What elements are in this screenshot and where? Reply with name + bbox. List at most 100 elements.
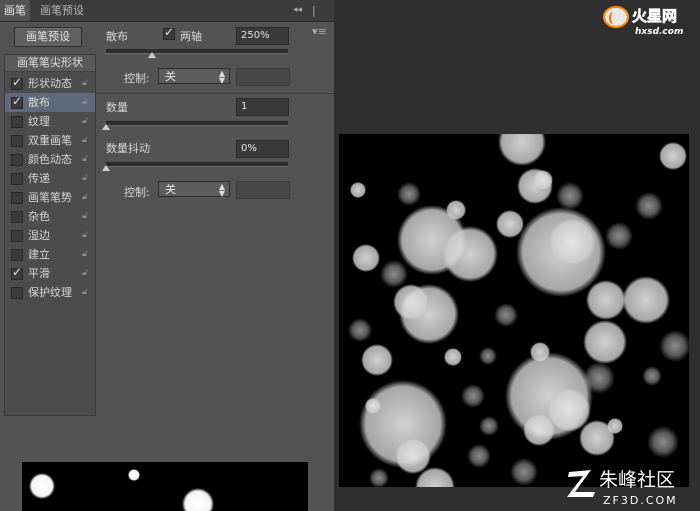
- brush-option-label: 平滑: [28, 267, 50, 280]
- brush-option-checkbox[interactable]: [11, 230, 23, 242]
- count-jitter-slider-track[interactable]: [106, 162, 288, 167]
- brush-option-item[interactable]: 双重画笔 🔓︎: [5, 131, 95, 150]
- zf3d-logo-sub: ZF3D.COM: [603, 494, 678, 507]
- document-canvas[interactable]: [339, 134, 689, 487]
- both-axes-label: 两轴: [180, 30, 202, 43]
- zf3d-logo-svg: 朱峰社区 ZF3D.COM: [567, 469, 678, 507]
- lock-icon[interactable]: 🔓︎: [82, 286, 91, 298]
- brush-option-label: 湿边: [28, 229, 50, 242]
- lock-icon[interactable]: 🔓︎: [82, 229, 91, 241]
- brush-option-label: 形状动态: [28, 77, 72, 90]
- lock-icon[interactable]: 🔓︎: [82, 267, 91, 279]
- lock-icon[interactable]: 🔓︎: [82, 210, 91, 222]
- brush-preset-button[interactable]: 画笔预设: [14, 27, 82, 47]
- hxsd-logo-text: 火星网: [632, 7, 677, 25]
- both-axes-checkbox[interactable]: [163, 25, 175, 40]
- brush-preview-svg: [29, 469, 214, 511]
- scatter-control-extra-field: [236, 68, 290, 86]
- brush-option-item[interactable]: 保护纹理 🔓︎: [5, 283, 95, 302]
- brush-option-item[interactable]: 杂色 🔓︎: [5, 207, 95, 226]
- brush-option-checkbox[interactable]: [11, 94, 23, 109]
- lock-icon[interactable]: 🔓︎: [82, 248, 91, 260]
- brush-panel: 画笔 画笔预设 ◂◂ |▾≡ 画笔预设 画笔笔尖形状 形状动态 🔓︎ 散布 🔓︎ 纹理 🔓…: [0, 0, 334, 511]
- brush-option-label: 散布: [28, 96, 50, 109]
- collapse-icon[interactable]: ◂◂: [293, 0, 307, 21]
- brush-option-item[interactable]: 颜色动态 🔓︎: [5, 150, 95, 169]
- brush-option-label: 保护纹理: [28, 286, 72, 299]
- brush-option-item[interactable]: 湿边 🔓︎: [5, 226, 95, 245]
- jitter-control-select[interactable]: 关 ▲ ▼: [158, 181, 230, 198]
- brush-option-item[interactable]: 传递 🔓︎: [5, 169, 95, 188]
- brush-option-label: 纹理: [28, 115, 50, 128]
- hxsd-logo: ( 火星网 hxsd.com: [598, 2, 696, 38]
- lock-icon[interactable]: 🔓︎: [82, 153, 91, 165]
- brush-option-checkbox[interactable]: [11, 116, 23, 128]
- lock-icon[interactable]: 🔓︎: [82, 77, 91, 89]
- select-arrows-icon: ▲ ▼: [218, 69, 225, 85]
- lock-icon[interactable]: 🔓︎: [82, 115, 91, 127]
- brush-option-item[interactable]: 形状动态 🔓︎: [5, 74, 95, 93]
- brush-option-label: 双重画笔: [28, 134, 72, 147]
- brush-option-item[interactable]: 画笔笔势 🔓︎: [5, 188, 95, 207]
- tab-brush[interactable]: 画笔: [0, 0, 30, 21]
- scatter-control-label: 控制:: [124, 72, 150, 85]
- brush-options-list: 画笔笔尖形状 形状动态🔓︎散布🔓︎纹理🔓︎双重画笔🔓︎颜色动态🔓︎传递🔓︎画笔笔…: [4, 54, 96, 416]
- brush-stroke-preview: [22, 462, 308, 511]
- brush-option-item[interactable]: 纹理 🔓︎: [5, 112, 95, 131]
- brush-option-label: 传递: [28, 172, 50, 185]
- scatter-control-select[interactable]: 关 ▲ ▼: [158, 68, 230, 85]
- svg-text:(: (: [608, 11, 613, 25]
- scatter-slider-track[interactable]: [106, 49, 288, 54]
- count-slider-track[interactable]: [106, 121, 288, 126]
- zf3d-logo: 朱峰社区 ZF3D.COM: [563, 462, 697, 507]
- count-jitter-value-field[interactable]: 0%: [236, 140, 289, 158]
- brush-option-label: 颜色动态: [28, 153, 72, 166]
- hxsd-logo-sub: hxsd.com: [635, 27, 683, 37]
- brush-option-label: 建立: [28, 248, 50, 261]
- brush-option-checkbox[interactable]: [11, 75, 23, 90]
- panel-menu-icon[interactable]: |▾≡: [312, 0, 330, 42]
- brush-option-checkbox[interactable]: [11, 173, 23, 185]
- scatter-value-field[interactable]: 250%: [236, 27, 289, 45]
- zf3d-logo-text: 朱峰社区: [599, 469, 675, 491]
- select-arrows-icon: ▲ ▼: [218, 182, 225, 198]
- zf3d-mark-icon: [567, 470, 595, 497]
- brush-option-checkbox[interactable]: [11, 192, 23, 204]
- count-jitter-label: 数量抖动: [106, 142, 150, 155]
- brush-option-checkbox[interactable]: [11, 249, 23, 261]
- brush-option-checkbox[interactable]: [11, 154, 23, 166]
- brush-tip-shape-item[interactable]: 画笔笔尖形状: [5, 55, 95, 72]
- bokeh-circles: [348, 134, 689, 487]
- brush-option-label: 杂色: [28, 210, 50, 223]
- jitter-control-extra-field: [236, 181, 290, 199]
- brush-option-checkbox[interactable]: [11, 287, 23, 299]
- scatter-slider-thumb[interactable]: [147, 52, 156, 58]
- preview-dot: [182, 488, 214, 511]
- scatter-label: 散布: [106, 30, 128, 43]
- count-slider-thumb[interactable]: [102, 124, 110, 130]
- count-label: 数量: [106, 101, 128, 114]
- scatter-control-value: 关: [165, 70, 176, 83]
- brush-option-item[interactable]: 平滑 🔓︎: [5, 264, 95, 283]
- brush-option-checkbox[interactable]: [11, 265, 23, 280]
- lock-icon[interactable]: 🔓︎: [82, 191, 91, 203]
- bokeh-image: [348, 134, 689, 487]
- count-jitter-slider-thumb[interactable]: [102, 165, 110, 171]
- brush-option-checkbox[interactable]: [11, 211, 23, 223]
- lock-icon[interactable]: 🔓︎: [82, 172, 91, 184]
- preview-dot: [128, 469, 140, 481]
- brush-option-label: 画笔笔势: [28, 191, 72, 204]
- brush-option-item[interactable]: 散布 🔓︎: [5, 93, 95, 112]
- jitter-control-label: 控制:: [124, 186, 150, 199]
- lock-icon[interactable]: 🔓︎: [82, 134, 91, 146]
- jitter-control-value: 关: [165, 183, 176, 196]
- hxsd-logo-svg: ( 火星网 hxsd.com: [603, 6, 683, 37]
- tab-brush-preset[interactable]: 画笔预设: [32, 0, 92, 21]
- panel-tab-bar: 画笔 画笔预设 ◂◂ |▾≡: [0, 0, 334, 38]
- section-divider: [96, 93, 334, 94]
- brush-option-item[interactable]: 建立 🔓︎: [5, 245, 95, 264]
- brush-option-checkbox[interactable]: [11, 135, 23, 147]
- preview-dot: [29, 473, 55, 499]
- count-value-field[interactable]: 1: [236, 98, 289, 116]
- lock-icon[interactable]: 🔓︎: [82, 96, 91, 108]
